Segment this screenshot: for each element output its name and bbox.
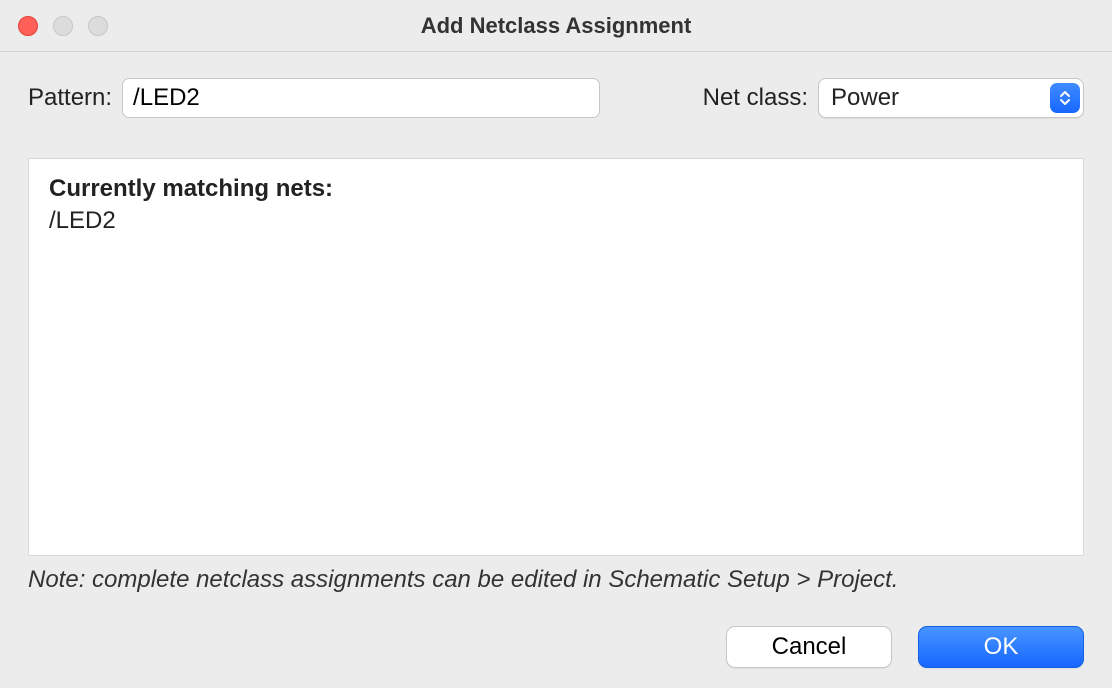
dialog-buttons: Cancel OK [28, 626, 1084, 668]
pattern-label: Pattern: [28, 84, 112, 112]
netclass-selected-value: Power [831, 84, 899, 112]
dropdown-arrows-icon [1050, 83, 1080, 113]
ok-button[interactable]: OK [918, 626, 1084, 668]
input-row: Pattern: Net class: Power [28, 78, 1084, 118]
matching-nets-panel: Currently matching nets: /LED2 [28, 158, 1084, 556]
minimize-window-button[interactable] [53, 16, 73, 36]
close-window-button[interactable] [18, 16, 38, 36]
maximize-window-button[interactable] [88, 16, 108, 36]
cancel-button[interactable]: Cancel [726, 626, 892, 668]
netclass-select[interactable]: Power [818, 78, 1084, 118]
matching-nets-heading: Currently matching nets: [49, 175, 1063, 203]
dialog-content: Pattern: Net class: Power Currently matc… [0, 52, 1112, 688]
footnote: Note: complete netclass assignments can … [28, 566, 1084, 594]
pattern-input[interactable] [122, 78, 600, 118]
netclass-label: Net class: [703, 84, 808, 112]
matching-net-item: /LED2 [49, 207, 1063, 235]
window-title: Add Netclass Assignment [0, 13, 1112, 39]
titlebar: Add Netclass Assignment [0, 0, 1112, 52]
window-controls [0, 16, 108, 36]
